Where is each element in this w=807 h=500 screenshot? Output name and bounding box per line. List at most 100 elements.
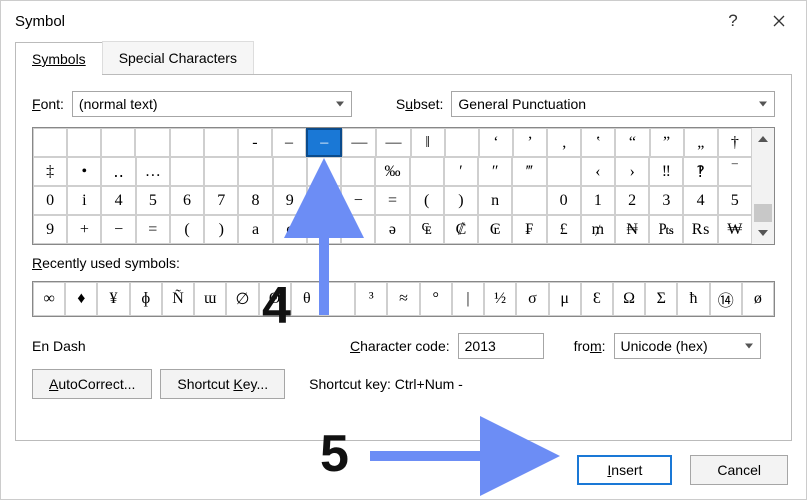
symbol-cell[interactable]: ‒ bbox=[272, 128, 306, 157]
symbol-cell[interactable]: ₦ bbox=[615, 215, 649, 244]
recent-cell[interactable] bbox=[323, 282, 355, 316]
symbol-cell[interactable]: ‽ bbox=[683, 157, 717, 186]
symbol-cell[interactable]: ( bbox=[410, 186, 444, 215]
symbol-cell[interactable]: ‘ bbox=[479, 128, 513, 157]
symbol-cell[interactable]: = bbox=[136, 215, 170, 244]
symbol-cell[interactable] bbox=[135, 128, 169, 157]
charcode-input[interactable] bbox=[458, 333, 544, 359]
symbol-cell[interactable]: ₩ bbox=[718, 215, 752, 244]
symbol-cell[interactable]: ‼ bbox=[649, 157, 683, 186]
symbol-cell[interactable]: ‚ bbox=[547, 128, 581, 157]
symbol-cell[interactable]: 9 bbox=[33, 215, 67, 244]
symbol-cell[interactable] bbox=[238, 157, 272, 186]
symbol-grid[interactable]: ‐‒–—―‖ ‘’‚‛“”„†‡•‥… ‰ ′″‴ ‹›‼‽‾0i456789+… bbox=[33, 128, 752, 244]
recent-cell[interactable]: μ bbox=[549, 282, 581, 316]
symbol-cell[interactable]: ₣ bbox=[512, 215, 546, 244]
recent-cell[interactable]: | bbox=[452, 282, 484, 316]
symbol-cell[interactable]: 3 bbox=[649, 186, 683, 215]
symbol-cell[interactable]: ″ bbox=[478, 157, 512, 186]
symbol-cell[interactable]: − bbox=[341, 186, 375, 215]
symbol-cell[interactable] bbox=[307, 157, 341, 186]
symbol-cell[interactable]: a bbox=[238, 215, 272, 244]
symbol-cell[interactable]: ₠ bbox=[410, 215, 444, 244]
symbol-cell[interactable]: — bbox=[342, 128, 376, 157]
close-button[interactable] bbox=[756, 5, 802, 37]
symbol-cell[interactable]: 2 bbox=[615, 186, 649, 215]
symbol-cell[interactable] bbox=[170, 128, 204, 157]
recent-cell[interactable]: Ñ bbox=[162, 282, 194, 316]
symbol-cell[interactable]: ‾ bbox=[718, 157, 752, 186]
symbol-cell[interactable]: + bbox=[67, 215, 101, 244]
recent-cell[interactable]: ° bbox=[420, 282, 452, 316]
recent-cell[interactable]: ³ bbox=[355, 282, 387, 316]
recent-cell[interactable]: ɸ bbox=[130, 282, 162, 316]
subset-combo[interactable]: General Punctuation bbox=[451, 91, 775, 117]
symbol-cell[interactable]: n bbox=[478, 186, 512, 215]
symbol-cell[interactable]: ‡ bbox=[33, 157, 67, 186]
symbol-cell[interactable] bbox=[273, 157, 307, 186]
recent-cell[interactable]: ½ bbox=[484, 282, 516, 316]
symbol-cell[interactable]: 5 bbox=[718, 186, 752, 215]
scroll-up-button[interactable] bbox=[752, 128, 774, 150]
symbol-cell[interactable]: e bbox=[273, 215, 307, 244]
shortcutkey-button[interactable]: Shortcut Key... bbox=[160, 369, 285, 399]
symbol-cell[interactable] bbox=[445, 128, 479, 157]
recent-cell[interactable]: ⑭ bbox=[710, 282, 742, 316]
symbol-cell[interactable] bbox=[204, 128, 238, 157]
symbol-cell[interactable]: ₧ bbox=[649, 215, 683, 244]
symbol-cell[interactable]: ‹ bbox=[581, 157, 615, 186]
recent-cell[interactable]: ¥ bbox=[97, 282, 129, 316]
symbol-cell[interactable]: ₢ bbox=[478, 215, 512, 244]
symbol-cell[interactable]: … bbox=[136, 157, 170, 186]
symbol-cell[interactable] bbox=[170, 157, 204, 186]
symbol-cell[interactable] bbox=[204, 157, 238, 186]
symbol-cell[interactable]: ’ bbox=[513, 128, 547, 157]
symbol-cell[interactable]: ə bbox=[375, 215, 409, 244]
scroll-thumb[interactable] bbox=[754, 204, 772, 222]
scroll-track[interactable] bbox=[752, 150, 774, 222]
symbol-cell[interactable] bbox=[67, 128, 101, 157]
symbol-cell[interactable]: ₨ bbox=[683, 215, 717, 244]
symbol-cell[interactable] bbox=[512, 186, 546, 215]
symbol-cell[interactable]: ₥ bbox=[581, 215, 615, 244]
symbol-cell[interactable]: ) bbox=[444, 186, 478, 215]
symbol-cell[interactable]: 0 bbox=[33, 186, 67, 215]
symbol-cell[interactable] bbox=[341, 215, 375, 244]
symbol-cell[interactable]: “ bbox=[615, 128, 649, 157]
recent-grid[interactable]: ∞♦¥ɸÑɯ∅Θθ ³≈°|½σμƐΩΣћ⑭ø bbox=[32, 281, 775, 317]
symbol-cell[interactable]: 1 bbox=[581, 186, 615, 215]
symbol-cell[interactable]: 5 bbox=[136, 186, 170, 215]
symbol-cell[interactable]: ‐ bbox=[238, 128, 272, 157]
symbol-cell[interactable]: o bbox=[307, 215, 341, 244]
recent-cell[interactable]: ∞ bbox=[33, 282, 65, 316]
symbol-cell[interactable]: › bbox=[615, 157, 649, 186]
symbol-cell[interactable]: 7 bbox=[204, 186, 238, 215]
symbol-cell[interactable]: 0 bbox=[547, 186, 581, 215]
autocorrect-button[interactable]: AutoCorrect... bbox=[32, 369, 152, 399]
from-combo[interactable]: Unicode (hex) bbox=[614, 333, 761, 359]
symbol-cell[interactable] bbox=[547, 157, 581, 186]
recent-cell[interactable]: θ bbox=[291, 282, 323, 316]
symbol-cell[interactable]: + bbox=[307, 186, 341, 215]
symbol-cell[interactable]: 4 bbox=[683, 186, 717, 215]
recent-cell[interactable]: ∅ bbox=[226, 282, 258, 316]
symbol-cell[interactable]: ‴ bbox=[512, 157, 546, 186]
symbol-cell[interactable]: „ bbox=[684, 128, 718, 157]
recent-cell[interactable]: Ɛ bbox=[581, 282, 613, 316]
recent-cell[interactable]: Ω bbox=[613, 282, 645, 316]
symbol-cell[interactable]: ₡ bbox=[444, 215, 478, 244]
symbol-cell[interactable] bbox=[341, 157, 375, 186]
grid-scrollbar[interactable] bbox=[752, 128, 774, 244]
symbol-cell[interactable]: i bbox=[67, 186, 101, 215]
tab-special-characters[interactable]: Special Characters bbox=[102, 41, 254, 74]
symbol-cell[interactable]: † bbox=[718, 128, 752, 157]
symbol-cell[interactable] bbox=[410, 157, 444, 186]
font-combo[interactable]: (normal text) bbox=[72, 91, 352, 117]
recent-cell[interactable]: ≈ bbox=[387, 282, 419, 316]
symbol-cell[interactable]: − bbox=[101, 215, 135, 244]
recent-cell[interactable]: Θ bbox=[259, 282, 291, 316]
cancel-button[interactable]: Cancel bbox=[690, 455, 788, 485]
symbol-cell[interactable]: ‛ bbox=[581, 128, 615, 157]
recent-cell[interactable]: Σ bbox=[645, 282, 677, 316]
recent-cell[interactable]: ♦ bbox=[65, 282, 97, 316]
